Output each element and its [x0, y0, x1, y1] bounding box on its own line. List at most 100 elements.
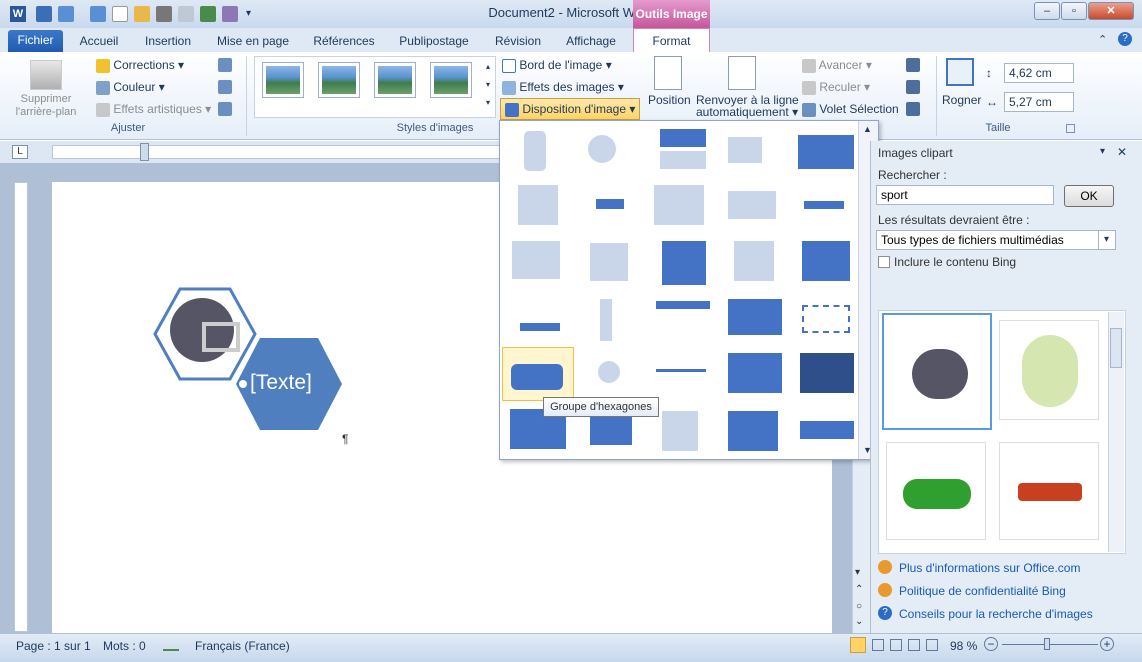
minimize-button[interactable]: – — [1034, 2, 1060, 20]
width-input[interactable]: 5,27 cm — [1004, 92, 1074, 112]
volet-selection-button[interactable]: Volet Sélection — [802, 102, 899, 117]
maximize-button[interactable]: ▫ — [1061, 2, 1087, 20]
layout-option-23[interactable] — [652, 349, 718, 399]
status-words[interactable]: Mots : 0 — [103, 639, 146, 653]
clipart-race-car-red[interactable] — [999, 442, 1099, 540]
layout-option-11[interactable] — [508, 235, 574, 285]
position-button[interactable]: Position — [648, 93, 691, 107]
zoom-slider-track[interactable] — [1002, 644, 1098, 645]
tab-accueil[interactable]: Accueil — [72, 31, 126, 52]
status-page[interactable]: Page : 1 sur 1 — [16, 639, 91, 653]
tab-format[interactable]: Format — [633, 28, 710, 53]
picture-style-3[interactable] — [374, 62, 416, 98]
layout-option-8[interactable] — [652, 179, 718, 229]
layout-option-1[interactable] — [508, 125, 574, 175]
layout-option-22[interactable] — [580, 349, 646, 399]
layout-option-12[interactable] — [580, 235, 646, 285]
reculer-button[interactable]: Reculer ▾ — [802, 80, 870, 95]
pane-close-icon[interactable]: ✕ — [1117, 145, 1127, 159]
layout-option-24[interactable] — [724, 349, 790, 399]
layout-option-15[interactable] — [796, 235, 862, 285]
clipart-helmet[interactable] — [882, 313, 992, 430]
select-chevron-down-icon[interactable]: ▾ — [1098, 231, 1114, 249]
print-layout-view-icon[interactable] — [850, 637, 866, 653]
tab-revision[interactable]: Révision — [488, 31, 548, 52]
size-dialog-launcher[interactable] — [1066, 124, 1075, 133]
web-layout-view-icon[interactable] — [890, 639, 902, 651]
layout-option-7[interactable] — [580, 179, 646, 229]
layout-option-4[interactable] — [724, 125, 790, 175]
layout-option-25[interactable] — [796, 349, 862, 399]
rotate-icon[interactable] — [906, 102, 920, 116]
layout-option-6[interactable] — [508, 179, 574, 229]
results-type-select[interactable]: Tous types de fichiers multimédias — [876, 230, 1116, 250]
effets-images-button[interactable]: Effets des images ▾ — [502, 80, 624, 95]
draft-view-icon[interactable] — [926, 639, 938, 651]
tab-publipostage[interactable]: Publipostage — [390, 31, 478, 52]
search-input[interactable]: sport — [876, 185, 1054, 205]
zoom-out-icon[interactable]: − — [984, 637, 998, 651]
collapse-ribbon-icon[interactable]: ⌃ — [1098, 33, 1107, 46]
layout-option-3[interactable] — [652, 125, 718, 175]
gallery-scroll-up-icon[interactable]: ▲ — [863, 124, 872, 134]
smartart-placeholder-text[interactable]: [Texte] — [250, 371, 312, 395]
clipart-baseball[interactable] — [999, 320, 1099, 420]
link-office-info[interactable]: Plus d'informations sur Office.com — [899, 561, 1080, 575]
close-button[interactable]: ✕ — [1088, 2, 1134, 20]
tab-mise-en-page[interactable]: Mise en page — [210, 31, 296, 52]
tab-insertion[interactable]: Insertion — [136, 31, 200, 52]
couleur-button[interactable]: Couleur ▾ — [96, 80, 165, 95]
layout-option-5[interactable] — [796, 125, 862, 175]
layout-option-17[interactable] — [580, 295, 646, 345]
layout-option-19[interactable] — [724, 295, 790, 345]
bord-image-button[interactable]: Bord de l'image ▾ — [502, 58, 612, 73]
group-icon[interactable] — [906, 80, 920, 94]
proofing-icon[interactable] — [163, 637, 179, 651]
change-picture-icon[interactable] — [218, 80, 232, 94]
link-bing-privacy[interactable]: Politique de confidentialité Bing — [899, 584, 1066, 598]
include-bing-checkbox[interactable] — [878, 256, 890, 268]
browse-object-icon[interactable]: ○ — [856, 601, 862, 612]
disposition-image-button[interactable]: Disposition d'image ▾ — [500, 98, 641, 120]
tab-selector-icon[interactable]: L — [12, 145, 28, 159]
layout-option-groupe-hexagones[interactable] — [502, 347, 574, 401]
rogner-button[interactable]: Rogner — [942, 93, 981, 107]
zoom-level[interactable]: 98 % — [950, 639, 977, 653]
zoom-slider-thumb[interactable] — [1044, 638, 1050, 650]
tab-affichage[interactable]: Affichage — [558, 31, 624, 52]
zoom-in-icon[interactable]: + — [1100, 637, 1114, 651]
clipart-scroll-thumb[interactable] — [1110, 328, 1122, 368]
renvoyer-button-line2[interactable]: automatiquement ▾ — [696, 105, 798, 119]
layout-option-14[interactable] — [724, 235, 790, 285]
layout-option-13[interactable] — [652, 235, 718, 285]
layout-option-16[interactable] — [508, 295, 574, 345]
layout-option-2[interactable] — [580, 125, 646, 175]
clipart-race-car-green[interactable] — [886, 442, 986, 540]
compress-pictures-icon[interactable] — [218, 58, 232, 72]
pane-options-icon[interactable]: ▾ — [1100, 146, 1105, 157]
layout-option-9[interactable] — [724, 179, 790, 229]
help-icon[interactable]: ? — [1118, 32, 1132, 46]
picture-style-4[interactable] — [430, 62, 472, 98]
layout-option-18[interactable] — [652, 295, 718, 345]
remove-background-button[interactable]: Supprimer l'arrière-plan — [10, 93, 82, 119]
reset-picture-icon[interactable] — [218, 102, 232, 116]
layout-option-20[interactable] — [796, 295, 862, 345]
picture-style-2[interactable] — [318, 62, 360, 98]
layout-option-29[interactable] — [724, 405, 790, 455]
indent-marker[interactable] — [140, 143, 149, 161]
layout-option-28[interactable] — [652, 405, 718, 455]
corrections-button[interactable]: Corrections ▾ — [96, 58, 184, 73]
status-language[interactable]: Français (France) — [195, 639, 290, 653]
effets-artistiques-button[interactable]: Effets artistiques ▾ — [96, 102, 211, 117]
layout-option-10[interactable] — [796, 179, 862, 229]
smartart-hexagon-group[interactable] — [140, 286, 350, 436]
height-input[interactable]: 4,62 cm — [1004, 63, 1074, 83]
link-search-tips[interactable]: Conseils pour la recherche d'images — [899, 607, 1093, 621]
ok-button[interactable]: OK — [1064, 185, 1114, 207]
tab-references[interactable]: Références — [306, 31, 382, 52]
full-screen-view-icon[interactable] — [872, 639, 884, 651]
align-icon[interactable] — [906, 58, 920, 72]
outline-view-icon[interactable] — [908, 639, 920, 651]
picture-style-1[interactable] — [262, 62, 304, 98]
